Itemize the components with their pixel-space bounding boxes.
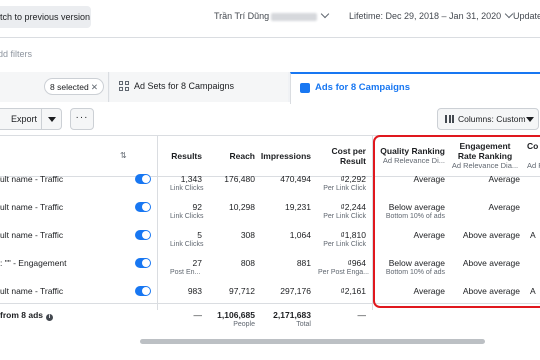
cell-results-sub: Link Clicks bbox=[170, 241, 204, 248]
ad-status-toggle[interactable] bbox=[135, 174, 151, 184]
tab-campaigns[interactable]: 8 selected ✕ bbox=[0, 72, 109, 102]
columns-label: Columns: Custom bbox=[458, 114, 526, 124]
totals-reach: 1,106,685 bbox=[217, 310, 255, 320]
horizontal-scrollbar[interactable] bbox=[140, 339, 485, 344]
account-name: Trần Trí Dũng bbox=[214, 11, 270, 21]
cell-cost-sub: Per Post Enga... bbox=[318, 269, 369, 276]
export-dropdown[interactable] bbox=[41, 109, 62, 129]
close-icon[interactable]: ✕ bbox=[91, 79, 98, 96]
cell-cost-sub: Per Link Click bbox=[323, 241, 366, 248]
switch-previous-version-button[interactable]: tch to previous version bbox=[0, 6, 91, 28]
ad-status-toggle[interactable] bbox=[135, 230, 151, 240]
totals-impressions-sub: Total bbox=[296, 321, 311, 328]
cell-results: 5 bbox=[197, 230, 202, 240]
level-tabs: 8 selected ✕ Ad Sets for 8 Campaigns Ads… bbox=[0, 72, 540, 104]
ad-name[interactable]: ult name - Traffic bbox=[0, 174, 63, 184]
selected-pill[interactable]: 8 selected ✕ bbox=[44, 78, 104, 95]
account-id-blurred bbox=[271, 12, 318, 21]
header-reach[interactable]: Reach bbox=[215, 151, 255, 161]
cell-cost-per-result: ₫2,161 bbox=[340, 286, 366, 296]
cell-impressions: 297,176 bbox=[280, 286, 311, 296]
cell-cost-sub: Per Link Click bbox=[323, 213, 366, 220]
ads-icon bbox=[300, 83, 310, 93]
cell-results-sub: Link Clicks bbox=[170, 213, 204, 220]
cell-results-sub: Post En... bbox=[170, 269, 201, 276]
cell-cost-per-result: ₫964 bbox=[347, 258, 366, 268]
totals-cost: — bbox=[357, 310, 367, 320]
cell-reach: 808 bbox=[240, 258, 255, 268]
cell-impressions: 1,064 bbox=[289, 230, 311, 240]
tab-ad-sets[interactable]: Ad Sets for 8 Campaigns bbox=[110, 72, 288, 102]
tab-ad-sets-label: Ad Sets for 8 Campaigns bbox=[134, 81, 235, 91]
date-range-selector[interactable]: Lifetime: Dec 29, 2018 – Jan 31, 2020 bbox=[349, 9, 514, 21]
cell-reach: 176,480 bbox=[224, 174, 255, 184]
totals-results: — bbox=[193, 310, 203, 320]
ad-sets-icon bbox=[119, 81, 130, 92]
account-selector[interactable]: Trần Trí Dũng bbox=[214, 9, 330, 21]
top-bar: tch to previous version Trần Trí Dũng Li… bbox=[0, 0, 540, 36]
ad-name[interactable]: ult name - Traffic bbox=[0, 286, 63, 296]
cell-cost-per-result: ₫1,810 bbox=[340, 230, 366, 240]
cell-impressions: 470,494 bbox=[280, 174, 311, 184]
header-results[interactable]: Results bbox=[160, 151, 202, 161]
ad-status-toggle[interactable] bbox=[135, 286, 151, 296]
totals-impressions: 2,171,683 bbox=[273, 310, 311, 320]
export-label: Export bbox=[11, 114, 38, 124]
cell-results: 92 bbox=[192, 202, 202, 212]
ad-name[interactable]: ult name - Traffic bbox=[0, 202, 63, 212]
chevron-down-icon bbox=[320, 9, 330, 19]
cell-results: 1,343 bbox=[180, 174, 202, 184]
tab-ads-label: Ads for 8 Campaigns bbox=[315, 82, 411, 93]
header-cost-line1: Cost per bbox=[331, 146, 366, 156]
cell-impressions: 881 bbox=[296, 258, 311, 268]
ad-status-toggle[interactable] bbox=[135, 202, 151, 212]
caret-down-icon bbox=[48, 117, 56, 122]
header-cost-per-result[interactable]: Cost per Result bbox=[318, 146, 366, 166]
cell-results: 27 bbox=[192, 258, 202, 268]
ad-name[interactable]: ult name - Traffic bbox=[0, 230, 63, 240]
info-icon[interactable]: i bbox=[46, 314, 53, 321]
selected-pill-label: 8 selected bbox=[50, 82, 89, 92]
highlight-box bbox=[373, 135, 540, 308]
more-options-button[interactable]: ··· bbox=[70, 108, 94, 130]
update-button[interactable]: Update bbox=[513, 11, 540, 21]
date-range-label: Lifetime: Dec 29, 2018 – Jan 31, 2020 bbox=[349, 11, 502, 21]
table-toolbar: ⤓ Export ··· Columns: Custom bbox=[0, 104, 540, 134]
cell-cost-per-result: ₫2,292 bbox=[340, 174, 366, 184]
filter-placeholder: dd filters bbox=[0, 49, 33, 59]
cell-reach: 97,712 bbox=[229, 286, 255, 296]
columns-button[interactable]: Columns: Custom bbox=[437, 108, 539, 130]
sort-icon[interactable]: ⇅ bbox=[120, 151, 127, 160]
header-impressions[interactable]: Impressions bbox=[258, 151, 311, 161]
ad-status-toggle[interactable] bbox=[135, 258, 151, 268]
totals-reach-sub: People bbox=[233, 321, 255, 328]
cell-results-sub: Link Clicks bbox=[170, 185, 204, 192]
cell-reach: 308 bbox=[240, 230, 255, 240]
cell-cost-sub: Per Link Click bbox=[323, 185, 366, 192]
cell-cost-per-result: ₫2,244 bbox=[340, 202, 366, 212]
filter-bar[interactable]: dd filters bbox=[0, 37, 540, 73]
cell-reach: 10,298 bbox=[229, 202, 255, 212]
ad-name[interactable]: : "" - Engagement bbox=[0, 258, 67, 268]
cell-results: 983 bbox=[187, 286, 202, 296]
export-button[interactable]: ⤓ Export bbox=[0, 108, 62, 130]
tab-ads[interactable]: Ads for 8 Campaigns bbox=[290, 72, 540, 104]
columns-icon bbox=[445, 115, 454, 123]
header-cost-line2: Result bbox=[340, 156, 366, 166]
cell-impressions: 19,231 bbox=[285, 202, 311, 212]
totals-label: from 8 ads i bbox=[0, 310, 53, 321]
caret-down-icon bbox=[526, 117, 534, 122]
